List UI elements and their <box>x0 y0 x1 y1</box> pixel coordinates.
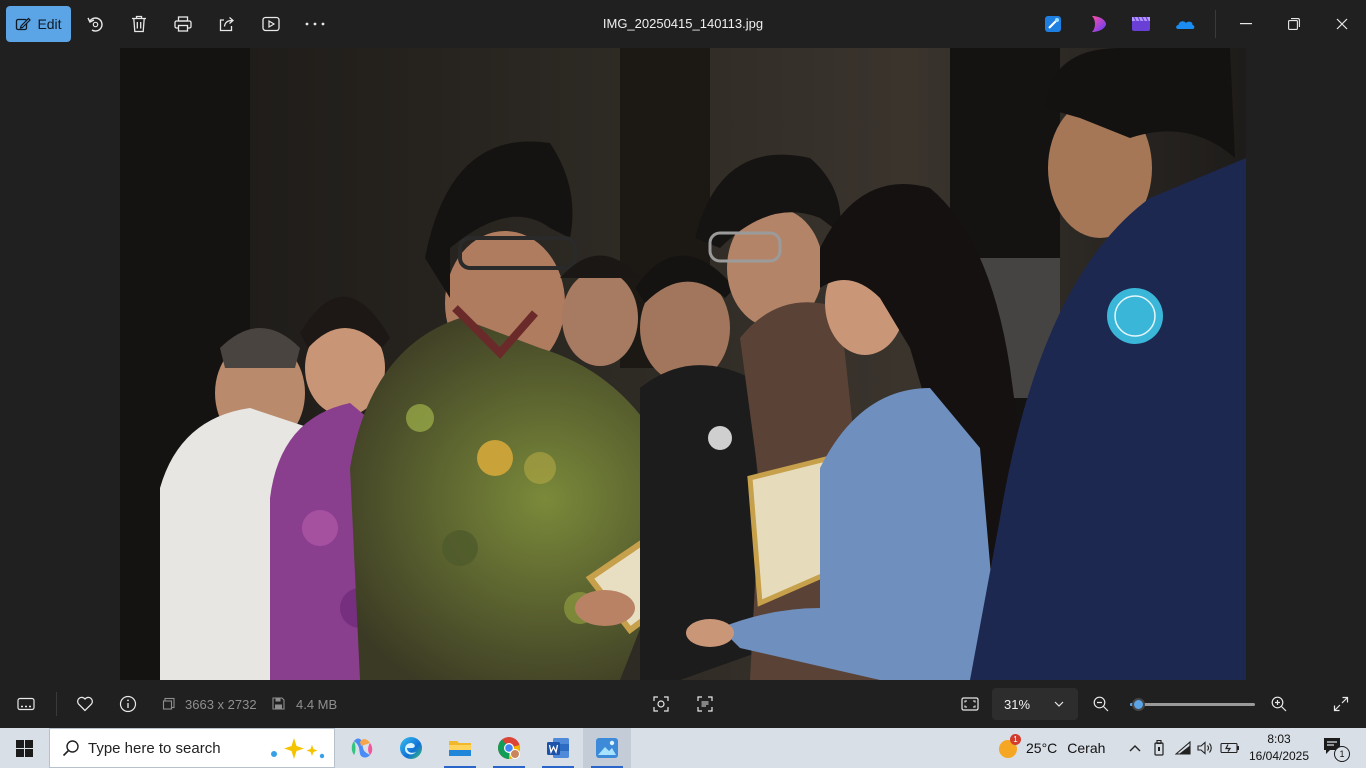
zoom-slider-thumb[interactable] <box>1131 698 1145 711</box>
weather-sun-icon: 1 <box>996 734 1021 760</box>
edit-button[interactable]: Edit <box>6 6 71 42</box>
weather-badge: 1 <box>1010 734 1021 745</box>
image-dimensions: 3663 x 2732 <box>185 697 257 712</box>
filmstrip-icon[interactable] <box>14 692 38 716</box>
share-icon[interactable] <box>215 12 239 36</box>
zoom-value: 31% <box>1004 696 1031 712</box>
file-explorer-icon[interactable] <box>436 728 484 768</box>
taskbar-search-box[interactable]: Type here to search <box>49 728 335 768</box>
word-icon[interactable] <box>534 728 582 768</box>
more-icon[interactable] <box>303 12 327 36</box>
windows-start-icon[interactable] <box>0 728 48 768</box>
status-bar: 3663 x 2732 4.4 MB 31% <box>0 680 1366 728</box>
designer-icon[interactable] <box>1042 13 1064 35</box>
info-icon[interactable] <box>116 692 140 716</box>
weather-condition: Cerah <box>1067 740 1106 756</box>
photos-icon[interactable] <box>583 728 631 768</box>
search-icon <box>62 739 80 757</box>
status-divider <box>56 692 57 716</box>
notification-center-icon[interactable]: 1 <box>1322 736 1350 762</box>
zoom-slider-track[interactable] <box>1130 703 1255 706</box>
file-size: 4.4 MB <box>296 697 338 712</box>
taskbar-clock[interactable]: 8:03 16/04/2025 <box>1240 731 1318 765</box>
weather-temperature: 25°C <box>1026 740 1058 756</box>
edit-label: Edit <box>37 16 62 32</box>
slideshow-icon[interactable] <box>259 12 283 36</box>
dimensions-icon <box>162 697 176 711</box>
full-screen-icon[interactable] <box>1329 692 1353 716</box>
usb-device-icon[interactable] <box>1149 738 1169 758</box>
zoom-out-icon[interactable] <box>1089 692 1113 716</box>
minimize-icon[interactable] <box>1234 12 1258 36</box>
title-bar: Edit IMG_20250415_140113.jpg <box>0 0 1366 48</box>
restore-icon[interactable] <box>1282 12 1306 36</box>
clock-time: 8:03 <box>1267 732 1291 746</box>
chrome-icon[interactable] <box>485 728 533 768</box>
edge-icon[interactable] <box>387 728 435 768</box>
notification-count: 1 <box>1334 746 1350 762</box>
rotate-icon[interactable] <box>83 12 107 36</box>
search-placeholder: Type here to search <box>88 739 221 757</box>
photo-viewer-image <box>120 48 1246 680</box>
favorite-icon[interactable] <box>73 692 97 716</box>
video-editor-icon[interactable] <box>1130 13 1152 35</box>
onedrive-icon[interactable] <box>1174 13 1196 35</box>
wifi-icon[interactable] <box>1173 738 1193 758</box>
delete-icon[interactable] <box>127 12 151 36</box>
zoom-in-icon[interactable] <box>1267 692 1291 716</box>
volume-icon[interactable] <box>1196 738 1216 758</box>
edit-icon <box>15 16 32 32</box>
fit-to-window-icon[interactable] <box>958 692 982 716</box>
taskbar: Type here to search 1 25°C Cerah 8:03 16… <box>0 728 1366 768</box>
clock-date: 16/04/2025 <box>1248 749 1310 763</box>
zoom-dropdown[interactable]: 31% <box>992 688 1078 720</box>
weather-widget[interactable]: 1 25°C Cerah <box>996 728 1105 768</box>
file-size-icon <box>272 697 285 710</box>
title-divider <box>1215 10 1216 38</box>
battery-icon[interactable] <box>1220 738 1240 758</box>
text-scan-icon[interactable] <box>693 692 717 716</box>
visual-search-icon[interactable] <box>649 692 673 716</box>
chevron-down-icon <box>1054 701 1064 707</box>
show-hidden-icons-icon[interactable] <box>1125 738 1145 758</box>
file-title: IMG_20250415_140113.jpg <box>602 16 764 31</box>
close-icon[interactable] <box>1330 12 1354 36</box>
sparkle-icon <box>268 736 326 762</box>
copilot-icon[interactable] <box>338 728 386 768</box>
print-icon[interactable] <box>171 12 195 36</box>
clipchamp-icon[interactable] <box>1087 13 1109 35</box>
